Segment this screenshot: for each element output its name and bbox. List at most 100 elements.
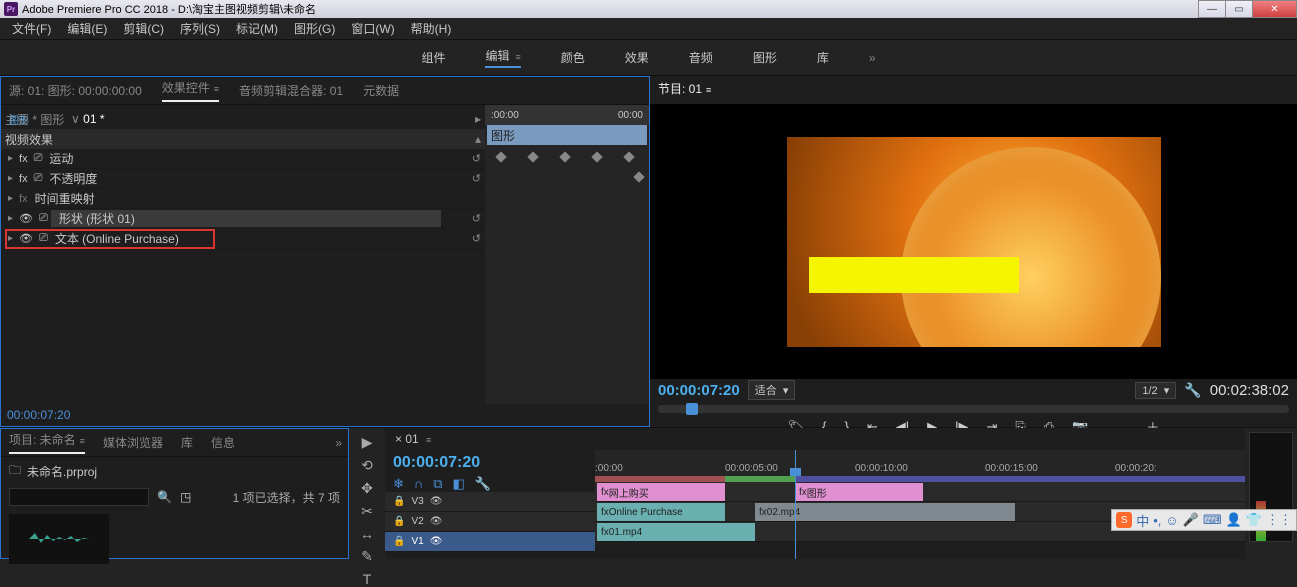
ime-user-icon[interactable]: 👤 bbox=[1226, 512, 1242, 528]
ws-editing[interactable]: 编辑≡ bbox=[485, 47, 520, 68]
ws-color[interactable]: 颜色 bbox=[561, 49, 585, 66]
twirl-icon[interactable]: ▸ bbox=[8, 173, 13, 184]
menu-edit[interactable]: 编辑(E) bbox=[59, 18, 115, 39]
razor-tool-icon[interactable]: ✂ bbox=[361, 503, 373, 520]
tab-info[interactable]: 信息 bbox=[211, 434, 235, 451]
twirl-icon[interactable]: ▸ bbox=[8, 233, 13, 244]
eye-icon[interactable]: 👁 bbox=[19, 212, 33, 225]
selection-tool-icon[interactable]: ▶ bbox=[362, 434, 373, 451]
reset-icon[interactable]: ↺ bbox=[472, 152, 481, 165]
tab-media-browser[interactable]: 媒体浏览器 bbox=[103, 434, 163, 451]
ws-effects[interactable]: 效果 bbox=[625, 49, 649, 66]
ws-audio[interactable]: 音频 bbox=[689, 49, 713, 66]
ime-keyboard-icon[interactable]: ⌨ bbox=[1203, 512, 1222, 528]
ime-menu-icon[interactable]: ⋮⋮ bbox=[1266, 512, 1292, 528]
tab-source[interactable]: 源: 01: 图形: 00:00:00:00 bbox=[9, 82, 142, 99]
settings-icon[interactable]: ◧ bbox=[453, 476, 465, 492]
ime-lang[interactable]: 中 bbox=[1136, 511, 1149, 530]
settings-icon[interactable]: 🔧 bbox=[1184, 382, 1201, 399]
menu-sequence[interactable]: 序列(S) bbox=[172, 18, 228, 39]
clip[interactable]: fx 图形 bbox=[795, 483, 923, 501]
tab-effect-controls[interactable]: 效果控件≡ bbox=[162, 79, 219, 102]
reset-icon[interactable]: ↺ bbox=[472, 232, 481, 245]
timeline-ruler[interactable]: :00:0000:00:05:0000:00:10:0000:00:15:000… bbox=[595, 450, 1245, 476]
fx-motion[interactable]: ▸fx⎚运动↺ bbox=[1, 149, 485, 169]
type-tool-icon[interactable]: T bbox=[363, 571, 372, 587]
fx-shape[interactable]: ▸👁⎚形状 (形状 01)↺ bbox=[1, 209, 485, 229]
ime-skin-icon[interactable]: 👕 bbox=[1246, 512, 1262, 528]
ec-mini-timeline[interactable]: :00:0000:00 图形 bbox=[485, 105, 649, 404]
twirl-icon[interactable]: ▸ bbox=[8, 213, 13, 224]
zoom-fit-dropdown[interactable]: 适合 ▾ bbox=[748, 380, 796, 400]
minimize-button[interactable]: — bbox=[1198, 0, 1226, 18]
menu-graphics[interactable]: 图形(G) bbox=[286, 18, 343, 39]
ime-punct-icon[interactable]: •, bbox=[1153, 513, 1161, 528]
collapse-icon[interactable]: ▴ bbox=[475, 132, 481, 146]
track-v3[interactable]: fx 网上购买 fx 图形 bbox=[595, 482, 1245, 502]
clip[interactable]: fx 01.mp4 bbox=[597, 523, 755, 541]
timeline-timecode[interactable]: 00:00:07:20 bbox=[385, 450, 595, 476]
tab-sequence[interactable]: × 01 ≡ bbox=[395, 432, 431, 446]
reset-icon[interactable]: ↺ bbox=[472, 172, 481, 185]
media-thumbnail[interactable] bbox=[9, 514, 109, 564]
ripple-tool-icon[interactable]: ✥ bbox=[361, 480, 373, 497]
eye-icon[interactable]: 👁 bbox=[19, 232, 33, 245]
filter-icon[interactable]: ◳ bbox=[180, 490, 191, 504]
tab-project[interactable]: 项目: 未命名≡ bbox=[9, 431, 85, 454]
menu-help[interactable]: 帮助(H) bbox=[403, 18, 460, 39]
tab-metadata[interactable]: 元数据 bbox=[363, 82, 399, 99]
maximize-button[interactable]: ▭ bbox=[1225, 0, 1253, 18]
menu-file[interactable]: 文件(F) bbox=[4, 18, 59, 39]
ime-logo-icon[interactable]: S bbox=[1116, 512, 1132, 528]
program-timecode[interactable]: 00:00:07:20 bbox=[658, 382, 740, 399]
slip-tool-icon[interactable]: ↔ bbox=[360, 526, 374, 542]
video-preview bbox=[787, 137, 1161, 347]
ws-assembly[interactable]: 组件 bbox=[421, 49, 445, 66]
markers-icon[interactable]: ⧉ bbox=[433, 476, 442, 492]
track-header-v3[interactable]: 🔒V3👁 bbox=[385, 492, 595, 512]
track-select-tool-icon[interactable]: ⟲ bbox=[361, 457, 373, 474]
clip[interactable]: fx Online Purchase bbox=[597, 503, 725, 521]
program-monitor[interactable] bbox=[650, 104, 1297, 379]
program-scrubber[interactable] bbox=[658, 405, 1289, 413]
search-icon[interactable]: 🔍 bbox=[157, 490, 172, 504]
ws-graphics[interactable]: 图形 bbox=[753, 49, 777, 66]
wrench-icon[interactable]: 🔧 bbox=[475, 476, 491, 492]
resolution-dropdown[interactable]: 1/2 ▾ bbox=[1135, 382, 1176, 399]
close-button[interactable]: ✕ bbox=[1252, 0, 1297, 18]
twirl-icon[interactable]: ▸ bbox=[8, 153, 13, 164]
linked-icon[interactable]: ∩ bbox=[414, 476, 423, 492]
search-input[interactable] bbox=[9, 488, 149, 506]
ime-toolbar[interactable]: S 中 •, ☺ 🎤 ⌨ 👤 👕 ⋮⋮ bbox=[1111, 509, 1297, 531]
ws-libraries[interactable]: 库 bbox=[817, 49, 829, 66]
ws-overflow-icon[interactable]: » bbox=[869, 51, 876, 65]
play-icon[interactable]: ▸ bbox=[475, 112, 481, 126]
pen-tool-icon[interactable]: ✎ bbox=[361, 548, 373, 565]
timeline-tracks[interactable]: :00:0000:00:05:0000:00:10:0000:00:15:000… bbox=[595, 450, 1245, 559]
ec-clip-bar[interactable]: 图形 bbox=[487, 125, 647, 145]
track-header-v1[interactable]: 🔒V1👁 bbox=[385, 532, 595, 552]
workspace-tabs: 组件 编辑≡ 颜色 效果 音频 图形 库 » bbox=[0, 40, 1297, 76]
snap-icon[interactable]: ❄ bbox=[393, 476, 404, 492]
ime-emoji-icon[interactable]: ☺ bbox=[1165, 513, 1178, 528]
fx-opacity[interactable]: ▸fx⎚不透明度↺ bbox=[1, 169, 485, 189]
ime-voice-icon[interactable]: 🎤 bbox=[1183, 512, 1199, 528]
panel-overflow-icon[interactable]: » bbox=[335, 436, 342, 450]
tab-audio-mixer[interactable]: 音频剪辑混合器: 01 bbox=[239, 82, 343, 99]
playhead[interactable] bbox=[795, 450, 796, 559]
duration-timecode: 00:02:38:02 bbox=[1210, 382, 1289, 399]
fx-text[interactable]: ▸👁⎚文本 (Online Purchase)↺ bbox=[1, 229, 485, 249]
clip[interactable]: fx 02.mp4 bbox=[755, 503, 1015, 521]
tab-program[interactable]: 节目: 01≡ bbox=[658, 80, 711, 101]
tab-libraries[interactable]: 库 bbox=[181, 434, 193, 451]
track-header-v2[interactable]: 🔒V2👁 bbox=[385, 512, 595, 532]
menu-clip[interactable]: 剪辑(C) bbox=[115, 18, 172, 39]
twirl-icon[interactable]: ▸ bbox=[8, 193, 13, 204]
fx-time-remap[interactable]: ▸fx时间重映射 bbox=[1, 189, 485, 209]
menu-marker[interactable]: 标记(M) bbox=[228, 18, 286, 39]
ec-timecode[interactable]: 00:00:07:20 bbox=[7, 408, 70, 422]
clip[interactable]: fx 网上购买 bbox=[597, 483, 725, 501]
reset-icon[interactable]: ↺ bbox=[472, 212, 481, 225]
menu-window[interactable]: 窗口(W) bbox=[343, 18, 402, 39]
project-panel: 项目: 未命名≡ 媒体浏览器 库 信息 » 🗀未命名.prproj 🔍 ◳ 1 … bbox=[0, 428, 349, 559]
